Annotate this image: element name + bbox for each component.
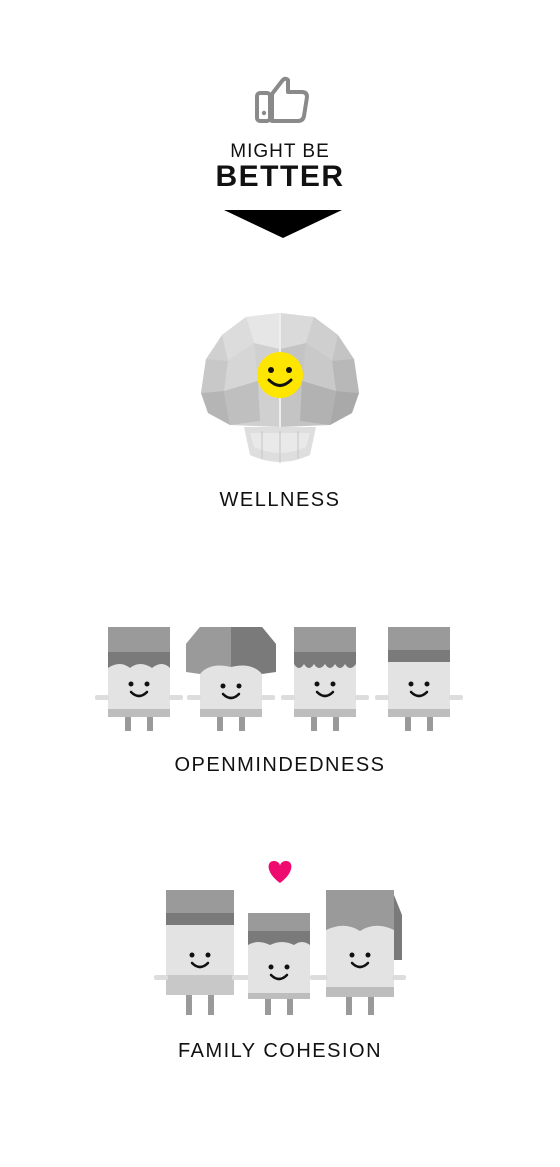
smiling-brain-icon bbox=[201, 313, 359, 463]
openmindedness-label: OPENMINDEDNESS bbox=[174, 754, 386, 776]
thumbs-up-icon bbox=[255, 76, 309, 123]
family-with-heart-icon bbox=[154, 861, 406, 1015]
four-children-icon bbox=[95, 627, 463, 731]
down-arrow-icon bbox=[224, 210, 342, 238]
family-cohesion-label: FAMILY COHESION bbox=[177, 1040, 383, 1062]
wellness-label: WELLNESS bbox=[219, 489, 341, 511]
header-title: BETTER bbox=[215, 160, 345, 193]
